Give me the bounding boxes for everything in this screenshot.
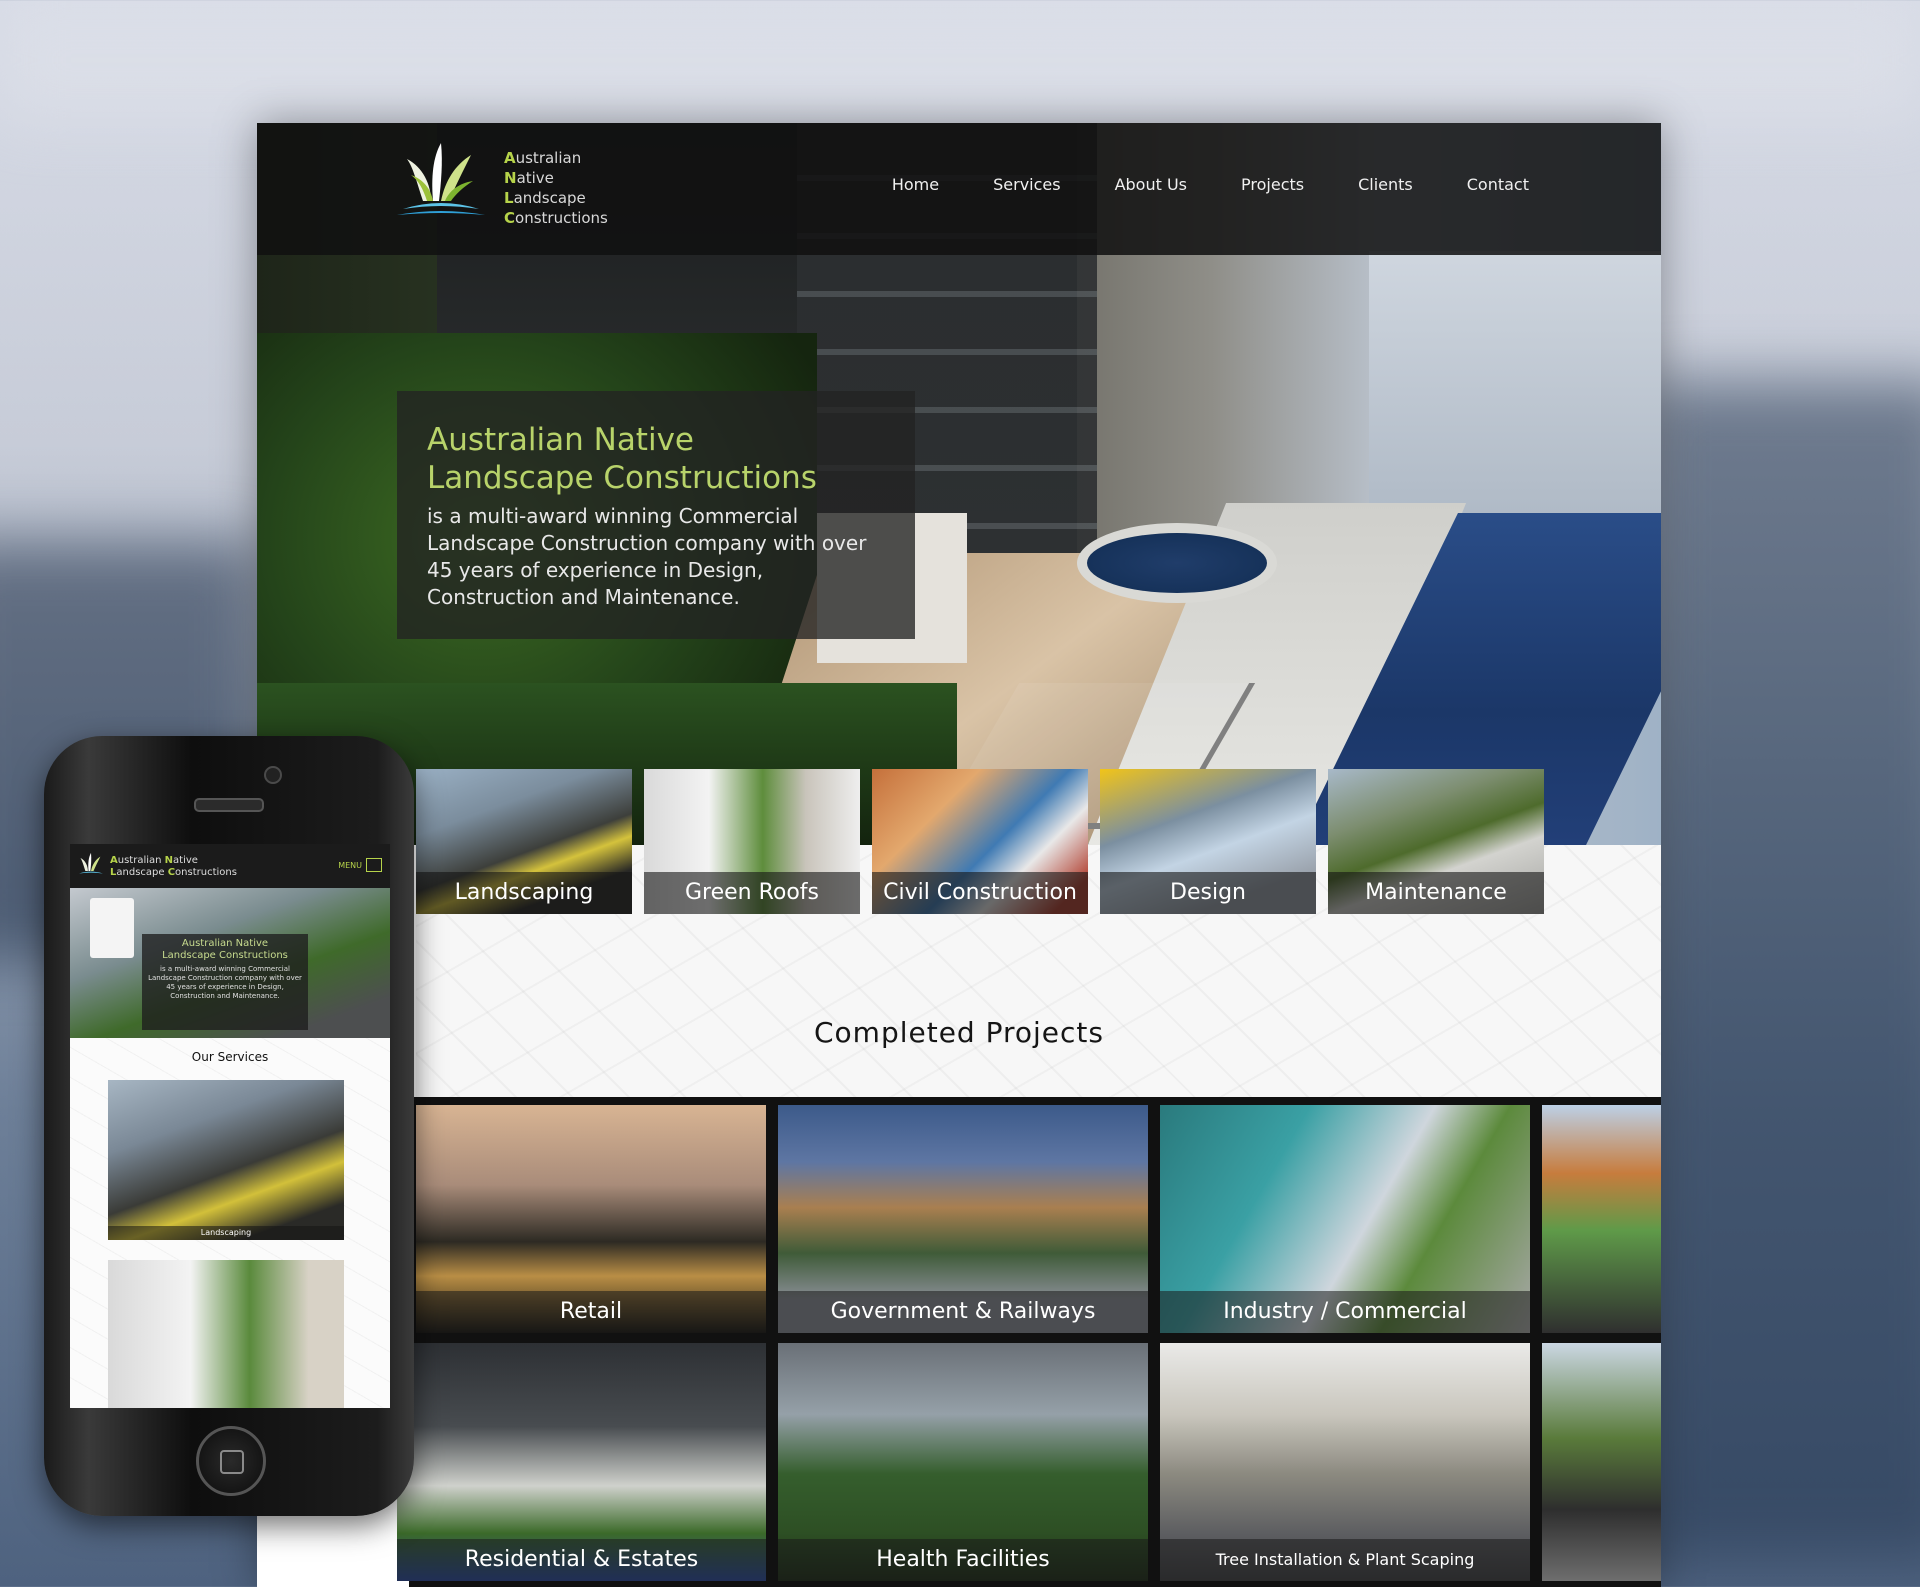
project-tile-retail[interactable]: Retail: [416, 1105, 766, 1333]
mobile-logo-wordmark[interactable]: Australian Native Landscape Construction…: [110, 855, 237, 879]
hero-title: Australian Native Landscape Construction…: [427, 422, 817, 496]
nav-services[interactable]: Services: [993, 175, 1060, 194]
services-strip: Landscaping Green Roofs Civil Constructi…: [416, 769, 1544, 914]
nav-about-us[interactable]: About Us: [1115, 175, 1187, 194]
service-tile-civil-construction[interactable]: Civil Construction: [872, 769, 1088, 914]
mobile-grass-logo-icon[interactable]: [76, 851, 106, 881]
mobile-hero-image: Australian Native Landscape Constructions…: [70, 888, 390, 1038]
background-blur-top: [0, 0, 1920, 120]
mobile-hero-intro: Australian Native Landscape Constructions…: [142, 934, 308, 1030]
mobile-service-card-green-roofs[interactable]: [108, 1260, 344, 1408]
phone-camera-icon: [264, 766, 282, 784]
top-navigation: Australian Native Landscape Construction…: [257, 123, 1661, 255]
project-tile-residential-estates[interactable]: Residential & Estates: [397, 1343, 766, 1581]
service-tile-design[interactable]: Design: [1100, 769, 1316, 914]
mobile-header: Australian Native Landscape Construction…: [70, 844, 390, 888]
hero-description: is a multi-award winning Commercial Land…: [427, 504, 867, 609]
background-blur-right: [1640, 380, 1920, 1560]
phone-home-button[interactable]: [196, 1426, 266, 1496]
service-tile-landscaping[interactable]: Landscaping: [416, 769, 632, 914]
phone-speaker-icon: [194, 798, 264, 812]
tree-sign-icon: [90, 898, 134, 958]
service-tile-green-roofs[interactable]: Green Roofs: [644, 769, 860, 914]
project-tile-partial-2[interactable]: [1542, 1343, 1661, 1581]
mobile-services-heading: Our Services: [191, 1050, 269, 1064]
nav-clients[interactable]: Clients: [1358, 175, 1413, 194]
desktop-site-mockup: Australian Native Landscape Construction…: [257, 123, 1661, 1587]
home-square-icon: [220, 1450, 244, 1474]
project-tile-health-facilities[interactable]: Health Facilities: [778, 1343, 1148, 1581]
phone-mockup: Australian Native Landscape Construction…: [44, 736, 414, 1516]
service-tile-maintenance[interactable]: Maintenance: [1328, 769, 1544, 914]
project-tile-partial-1[interactable]: [1542, 1105, 1661, 1333]
completed-projects-grid: Retail Government & Railways Industry / …: [397, 1097, 1661, 1587]
completed-projects-heading: Completed Projects: [813, 1016, 1104, 1049]
phone-screen: Australian Native Landscape Construction…: [70, 844, 390, 1408]
project-tile-industry-commercial[interactable]: Industry / Commercial: [1160, 1105, 1530, 1333]
nav-home[interactable]: Home: [892, 175, 939, 194]
hero-intro-box: Australian Native Landscape Construction…: [397, 391, 915, 639]
nav-contact[interactable]: Contact: [1467, 175, 1529, 194]
mobile-menu-button[interactable]: MENU: [338, 858, 382, 872]
mobile-service-card-landscaping[interactable]: Landscaping: [108, 1080, 344, 1240]
project-tile-tree-installation[interactable]: Tree Installation & Plant Scaping: [1160, 1343, 1530, 1581]
grass-logo-icon[interactable]: [393, 137, 489, 233]
project-tile-government-railways[interactable]: Government & Railways: [778, 1105, 1148, 1333]
nav-projects[interactable]: Projects: [1241, 175, 1304, 194]
main-menu: Home Services About Us Projects Clients …: [892, 175, 1529, 194]
hamburger-icon: [366, 858, 382, 872]
logo-wordmark[interactable]: Australian Native Landscape Construction…: [504, 148, 608, 228]
